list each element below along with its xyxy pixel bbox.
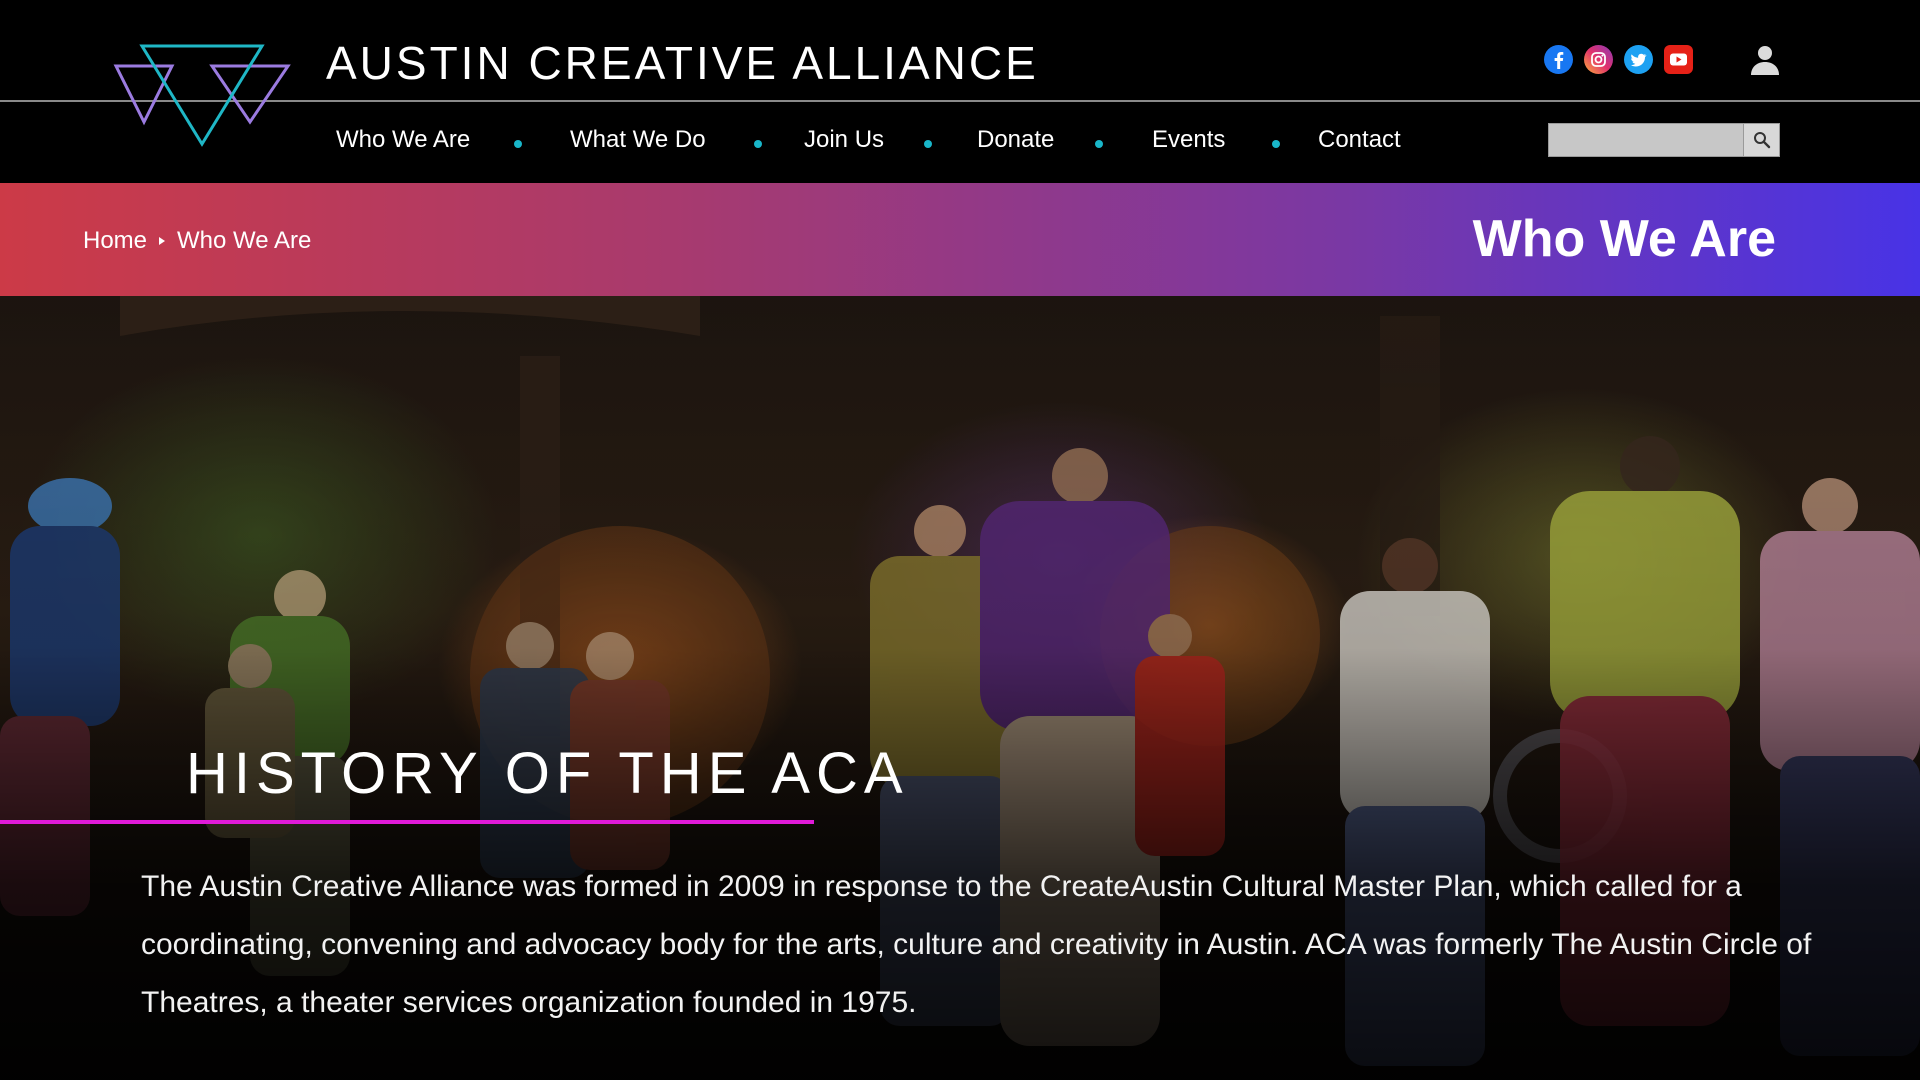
nav-item-what-we-do[interactable]: What We Do bbox=[570, 126, 706, 154]
nav-separator-dot bbox=[924, 140, 932, 148]
nav-separator-dot bbox=[514, 140, 522, 148]
breadcrumb-arrow-icon bbox=[159, 237, 166, 245]
breadcrumb-home-link[interactable]: Home bbox=[83, 227, 147, 255]
page-title: Who We Are bbox=[1472, 210, 1776, 268]
nav-item-join-us[interactable]: Join Us bbox=[804, 126, 884, 154]
nav-item-contact[interactable]: Contact bbox=[1318, 126, 1401, 154]
history-paragraph: The Austin Creative Alliance was formed … bbox=[141, 870, 1812, 1019]
nav-item-who-we-are[interactable]: Who We Are bbox=[336, 126, 470, 154]
search-input[interactable] bbox=[1548, 123, 1744, 157]
user-account-icon[interactable] bbox=[1749, 44, 1781, 76]
search-button[interactable] bbox=[1744, 123, 1780, 157]
nav-item-events[interactable]: Events bbox=[1152, 126, 1225, 154]
nav-separator-dot bbox=[1272, 140, 1280, 148]
breadcrumb-current[interactable]: Who We Are bbox=[177, 227, 311, 255]
section-heading: HISTORY OF THE ACA bbox=[186, 741, 909, 806]
instagram-icon[interactable] bbox=[1584, 45, 1613, 74]
twitter-icon[interactable] bbox=[1624, 45, 1653, 74]
history-hero: HISTORY OF THE ACA The Austin Creative A… bbox=[0, 296, 1920, 1080]
site-title[interactable]: AUSTIN CREATIVE ALLIANCE bbox=[326, 36, 1039, 90]
aca-triangles-logo[interactable] bbox=[112, 38, 292, 150]
magnifier-icon bbox=[1753, 132, 1770, 149]
youtube-icon[interactable] bbox=[1664, 45, 1693, 74]
site-search bbox=[1548, 123, 1780, 157]
nav-separator-dot bbox=[1095, 140, 1103, 148]
heading-accent-rule bbox=[0, 820, 814, 824]
nav-item-donate[interactable]: Donate bbox=[977, 126, 1054, 154]
nav-separator-dot bbox=[754, 140, 762, 148]
site-header: AUSTIN CREATIVE ALLIANCE Who We Are What… bbox=[0, 0, 1920, 183]
social-links bbox=[1544, 45, 1693, 74]
breadcrumb: Home Who We Are bbox=[83, 227, 311, 255]
page-banner: Home Who We Are Who We Are bbox=[0, 183, 1920, 296]
facebook-icon[interactable] bbox=[1544, 45, 1573, 74]
